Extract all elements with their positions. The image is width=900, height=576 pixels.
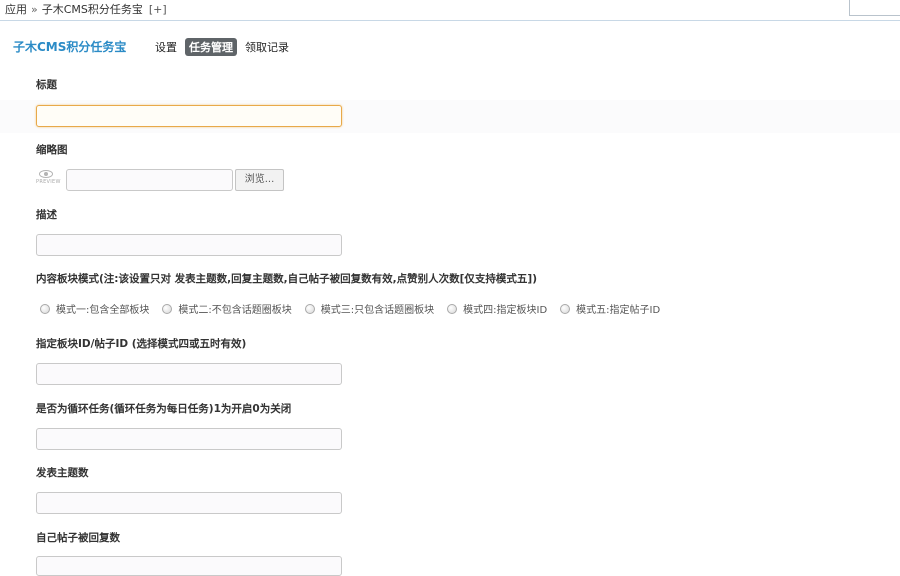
mode-option-5[interactable]: 模式五:指定帖子ID bbox=[560, 301, 660, 316]
reply-count-label: 自己帖子被回复数 bbox=[36, 532, 120, 544]
add-shortcut-link[interactable]: [+] bbox=[143, 3, 167, 16]
preview-eye-icon[interactable]: PREVIEW bbox=[36, 170, 61, 190]
title-input[interactable] bbox=[36, 105, 342, 127]
mode-option-3[interactable]: 模式三:只包含话题圈板块 bbox=[304, 301, 435, 316]
thumbnail-file-input[interactable] bbox=[66, 169, 233, 191]
mode-option-label: 模式一:包含全部板块 bbox=[56, 305, 150, 316]
loop-task-input[interactable] bbox=[36, 428, 342, 450]
breadcrumb-root[interactable]: 应用 bbox=[5, 3, 27, 16]
target-id-label: 指定板块ID/帖子ID (选择模式四或五时有效) bbox=[36, 338, 247, 350]
radio-button[interactable] bbox=[304, 303, 315, 314]
radio-button[interactable] bbox=[162, 303, 173, 314]
nav-claim-records[interactable]: 领取记录 bbox=[245, 39, 289, 55]
top-right-panel bbox=[849, 0, 900, 16]
description-label: 描述 bbox=[36, 209, 57, 221]
nav-settings[interactable]: 设置 bbox=[155, 39, 177, 55]
mode-option-4[interactable]: 模式四:指定板块ID bbox=[447, 301, 547, 316]
radio-button[interactable] bbox=[447, 303, 458, 314]
mode-option-2[interactable]: 模式二:不包含话题圈板块 bbox=[162, 301, 292, 316]
breadcrumb: 应用 » 子木CMS积分任务宝 [+] bbox=[0, 0, 900, 21]
preview-icon-text: PREVIEW bbox=[36, 179, 61, 185]
breadcrumb-current[interactable]: 子木CMS积分任务宝 bbox=[42, 3, 143, 16]
plugin-nav: 设置 任务管理 领取记录 bbox=[155, 38, 297, 56]
post-count-input[interactable] bbox=[36, 492, 342, 514]
target-id-input[interactable] bbox=[36, 363, 342, 385]
breadcrumb-separator: » bbox=[31, 3, 38, 16]
mode-option-label: 模式二:不包含话题圈板块 bbox=[178, 305, 292, 316]
loop-task-label: 是否为循环任务(循环任务为每日任务)1为开启0为关闭 bbox=[36, 403, 292, 415]
plugin-title: 子木CMS积分任务宝 bbox=[13, 40, 127, 54]
nav-task-management[interactable]: 任务管理 bbox=[185, 38, 237, 56]
plugin-header: 子木CMS积分任务宝 设置 任务管理 领取记录 bbox=[0, 30, 900, 60]
description-input[interactable] bbox=[36, 234, 342, 256]
radio-button[interactable] bbox=[560, 303, 571, 314]
mode-label: 内容板块模式(注:该设置只对 发表主题数,回复主题数,自己帖子被回复数有效,点赞… bbox=[36, 273, 538, 285]
mode-option-label: 模式四:指定板块ID bbox=[463, 305, 548, 316]
mode-option-label: 模式五:指定帖子ID bbox=[576, 305, 661, 316]
thumbnail-label: 缩略图 bbox=[36, 144, 68, 156]
reply-count-input[interactable] bbox=[36, 556, 342, 576]
mode-option-label: 模式三:只包含话题圈板块 bbox=[320, 305, 435, 316]
browse-button[interactable]: 浏览... bbox=[235, 169, 284, 191]
mode-option-1[interactable]: 模式一:包含全部板块 bbox=[40, 301, 149, 316]
mode-radio-group: 模式一:包含全部板块 模式二:不包含话题圈板块 模式三:只包含话题圈板块 模式四… bbox=[40, 301, 673, 316]
title-label: 标题 bbox=[36, 79, 57, 91]
radio-button[interactable] bbox=[40, 303, 50, 314]
post-count-label: 发表主题数 bbox=[36, 467, 89, 479]
